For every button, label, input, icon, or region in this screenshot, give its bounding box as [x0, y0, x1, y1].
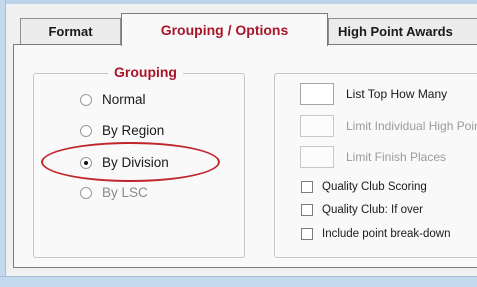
tab-grouping-options[interactable]: Grouping / Options	[121, 13, 328, 46]
window-frame-top	[0, 0, 477, 4]
checkbox-label: Quality Club Scoring	[322, 181, 427, 193]
highlight-ellipse-annotation	[41, 142, 220, 182]
quality-club-scoring-checkbox[interactable]: Quality Club Scoring	[301, 181, 427, 193]
radio-by-lsc[interactable]: By LSC	[80, 185, 148, 200]
window-frame-left	[0, 0, 6, 286]
tab-format[interactable]: Format	[20, 18, 121, 44]
limit-individual-high-point-row: Limit Individual High Point	[300, 115, 477, 137]
list-top-how-many-label: List Top How Many	[346, 87, 448, 101]
window-frame-bottom	[0, 276, 477, 287]
radio-label: Normal	[102, 92, 146, 107]
radio-button[interactable]	[80, 186, 92, 199]
radio-normal[interactable]: Normal	[80, 92, 146, 107]
checkbox[interactable]	[301, 181, 313, 193]
tab-strip: Format Grouping / Options High Point Awa…	[12, 12, 477, 46]
include-point-breakdown-checkbox[interactable]: Include point break-down	[301, 228, 451, 240]
checkbox-label: Quality Club: If over	[322, 204, 423, 216]
limit-individual-high-point-input[interactable]	[300, 115, 334, 137]
limit-finish-places-input[interactable]	[300, 146, 334, 168]
checkbox[interactable]	[301, 228, 313, 240]
list-top-how-many-input[interactable]	[300, 83, 334, 105]
tab-high-point-awards[interactable]: High Point Awards	[328, 18, 477, 44]
radio-button[interactable]	[80, 124, 92, 137]
radio-label: By Region	[102, 123, 165, 138]
limit-finish-places-label: Limit Finish Places	[346, 150, 447, 164]
radio-label: By LSC	[102, 185, 148, 200]
limit-finish-places-row: Limit Finish Places	[300, 146, 446, 168]
checkbox-label: Include point break-down	[322, 228, 451, 240]
radio-by-region[interactable]: By Region	[80, 123, 164, 138]
checkbox[interactable]	[301, 204, 313, 216]
grouping-legend: Grouping	[108, 63, 183, 81]
quality-club-if-over-checkbox[interactable]: Quality Club: If over	[301, 204, 423, 216]
list-top-how-many-row: List Top How Many	[300, 83, 447, 105]
radio-button[interactable]	[80, 93, 92, 106]
limit-individual-high-point-label: Limit Individual High Point	[346, 119, 477, 133]
